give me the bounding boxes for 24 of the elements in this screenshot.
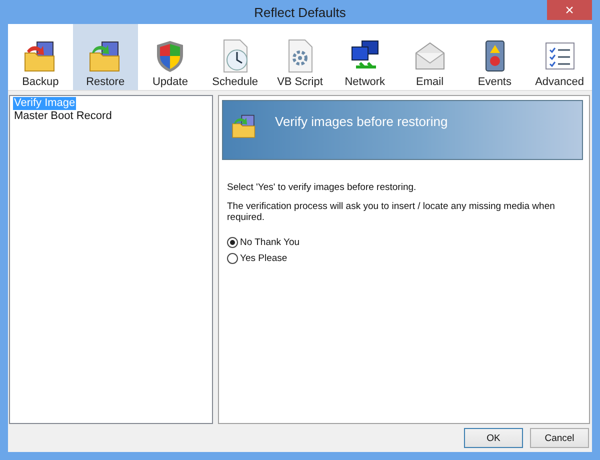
- toolbar-tab[interactable]: Restore: [72, 24, 138, 90]
- list-item[interactable]: Master Boot Record: [13, 110, 113, 123]
- ok-button[interactable]: OK: [464, 428, 523, 448]
- toolbar-tab[interactable]: Schedule: [202, 24, 268, 90]
- close-button[interactable]: ×: [547, 0, 592, 20]
- folder-computer-icon: [88, 39, 122, 73]
- folder-computer-icon: [23, 39, 58, 73]
- toolbar-tab[interactable]: Update: [138, 24, 203, 90]
- toolbar-tab[interactable]: Email: [397, 24, 462, 90]
- window-title: Reflect Defaults: [254, 4, 346, 20]
- description-text: The verification process will ask you to insert / locate any missing media when required.: [227, 201, 556, 223]
- radio-button[interactable]: [227, 237, 238, 248]
- folder-computer-icon: [231, 113, 257, 139]
- toolbar-tab[interactable]: Events: [462, 24, 528, 90]
- radio-button[interactable]: [227, 253, 238, 264]
- header-title: Verify images before restoring: [275, 114, 448, 129]
- cancel-button[interactable]: Cancel: [530, 428, 589, 448]
- description-text: Select 'Yes' to verify images before restoring.: [227, 182, 418, 193]
- radio-label[interactable]: Yes Please: [240, 253, 288, 264]
- radio-label[interactable]: No Thank You: [240, 237, 300, 248]
- toolbar-tab[interactable]: Backup: [8, 24, 73, 90]
- toolbar-tab[interactable]: VB Script: [268, 24, 332, 90]
- toolbar-tab[interactable]: Network: [332, 24, 398, 90]
- toolbar-tab[interactable]: Advanced: [527, 24, 592, 90]
